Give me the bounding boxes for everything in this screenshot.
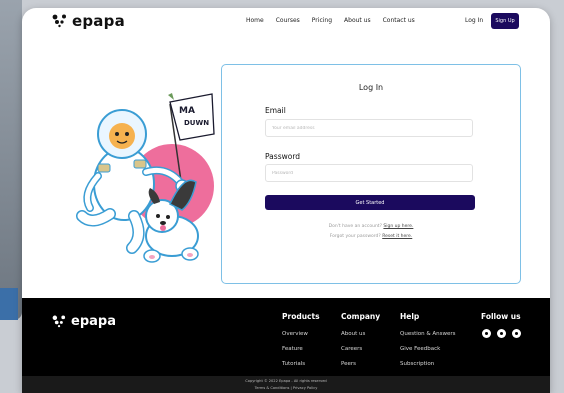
flag-text-2: DUWN (184, 119, 209, 127)
footer-heading: Company (341, 312, 381, 321)
top-nav: epapa Home Courses Pricing About us Cont… (22, 8, 550, 36)
legal-links[interactable]: Terms & Conditions | Privacy Policy (22, 386, 550, 390)
footer-link[interactable]: Subscription (400, 361, 456, 367)
footer-link[interactable]: About us (341, 331, 380, 337)
footer-heading: Help (400, 312, 420, 321)
instagram-icon[interactable] (497, 329, 506, 338)
footer-brand-name: epapa (71, 314, 116, 329)
footer-logo[interactable]: epapa (52, 314, 116, 329)
nav-links: Home Courses Pricing About us Contact us (246, 17, 415, 24)
forgot-text: Forgot your password? (329, 234, 381, 239)
reset-prompt: Forgot your password? Reset it here. (222, 234, 520, 239)
footer-heading: Products (282, 312, 320, 321)
footer-col-products: Products Overview Feature Tutorials (282, 312, 320, 376)
footer-col-help: Help Question & Answers Give Feedback Su… (400, 312, 456, 376)
password-label: Password (265, 152, 301, 161)
nav-about[interactable]: About us (344, 17, 371, 24)
footer-col-company: Company About us Careers Peers (341, 312, 380, 376)
footer-link[interactable]: Feature (282, 346, 320, 352)
flag-text-1: MA (179, 106, 195, 116)
no-account-text: Don't have an account? (328, 224, 382, 229)
footer-link[interactable]: Question & Answers (400, 331, 456, 337)
footer-link[interactable]: Give Feedback (400, 346, 456, 352)
panda-icon (52, 14, 66, 28)
password-input[interactable] (265, 164, 473, 182)
nav-contact[interactable]: Contact us (383, 17, 415, 24)
login-link[interactable]: Log In (465, 17, 483, 24)
signup-button[interactable]: Sign Up (491, 13, 519, 29)
footer-link[interactable]: Careers (341, 346, 380, 352)
signup-here-link[interactable]: Sign up here. (383, 224, 413, 229)
footer-link[interactable]: Tutorials (282, 361, 320, 367)
logo[interactable]: epapa (52, 12, 125, 30)
login-title: Log In (358, 83, 384, 92)
footer-link[interactable]: Overview (282, 331, 320, 337)
reset-here-link[interactable]: Reset it here. (382, 234, 412, 239)
browser-window: epapa Home Courses Pricing About us Cont… (22, 8, 550, 393)
background-sidebar (0, 0, 22, 320)
email-input[interactable] (265, 119, 473, 137)
copyright-text: Copyright © 2022 Epapa - All rights rese… (245, 379, 327, 383)
nav-pricing[interactable]: Pricing (312, 17, 332, 24)
astronaut-illustration: MA DUWN (76, 93, 215, 263)
youtube-icon[interactable] (512, 329, 521, 338)
social-icons (482, 329, 521, 338)
follow-us-heading: Follow us (481, 312, 521, 321)
nav-home[interactable]: Home (246, 17, 264, 24)
get-started-button[interactable]: Get Started (265, 195, 475, 210)
login-card: Log In Email Password Get Started Don't … (221, 64, 521, 284)
brand-name: epapa (72, 12, 125, 30)
facebook-icon[interactable] (482, 329, 491, 338)
footer-link[interactable]: Peers (341, 361, 380, 367)
signup-prompt: Don't have an account? Sign up here. (222, 224, 520, 229)
background-accent (0, 288, 18, 320)
copyright-bar: Copyright © 2022 Epapa - All rights rese… (22, 376, 550, 393)
panda-icon (52, 315, 66, 328)
footer: epapa Products Overview Feature Tutorial… (22, 298, 550, 393)
email-label: Email (265, 106, 286, 115)
nav-courses[interactable]: Courses (276, 17, 300, 24)
